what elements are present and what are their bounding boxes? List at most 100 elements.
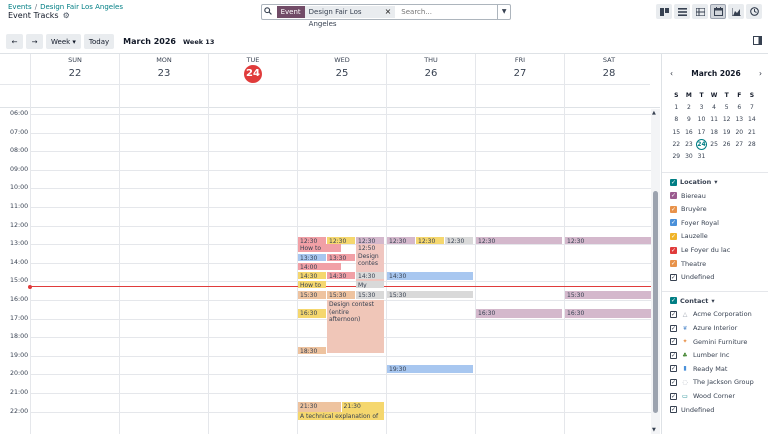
next-button[interactable]: → — [26, 34, 43, 49]
event-card[interactable]: 12:30 — [356, 236, 384, 244]
mini-day[interactable]: 28 — [746, 139, 759, 151]
mini-day[interactable]: 14 — [746, 114, 759, 126]
mini-day[interactable]: 27 — [733, 139, 746, 151]
filter-item[interactable]: ✓ ❦ Azure Interior — [670, 324, 737, 332]
filter-section-location[interactable]: ✓ Location ▾ — [670, 178, 718, 186]
filter-checkbox[interactable]: ✓ — [670, 378, 677, 386]
event-card[interactable]: 16:30 — [298, 309, 326, 318]
mini-day[interactable]: 25 — [708, 139, 721, 151]
event-card[interactable]: 13:30 — [298, 253, 326, 261]
filter-checkbox[interactable]: ✓ — [670, 273, 677, 281]
filter-item[interactable]: ✓ ✦ Gemini Furniture — [670, 338, 747, 346]
filter-item[interactable]: ✓ Biereau — [670, 192, 706, 200]
all-day-cell[interactable] — [119, 85, 208, 109]
day-header-thu[interactable]: THU 26 — [386, 54, 475, 84]
filter-checkbox[interactable]: ✓ — [670, 232, 677, 240]
sidebar-toggle-icon[interactable] — [753, 36, 762, 48]
mini-day[interactable]: 22 — [670, 139, 683, 151]
event-card[interactable]: 12:50 Design contes — [356, 244, 384, 286]
event-card[interactable]: 12:30 — [565, 236, 651, 244]
filter-item[interactable]: ✓ △ Acme Corporation — [670, 310, 752, 318]
day-header-tue[interactable]: TUE 24 — [208, 54, 297, 84]
event-card[interactable]: Design contest (entire afternoon) — [327, 300, 384, 353]
calendar-grid[interactable]: 06:00 07:00 08:00 09:00 10:00 11:00 12:00 13:00… — [0, 109, 654, 434]
event-card[interactable]: 16:30 — [476, 309, 562, 318]
mini-day[interactable]: 3 — [695, 102, 708, 114]
filter-checkbox[interactable]: ✓ — [670, 260, 677, 268]
event-card[interactable]: 14:00 — [298, 262, 341, 270]
scroll-up-icon[interactable]: ▲ — [652, 110, 656, 116]
all-day-cell[interactable] — [564, 85, 653, 109]
graph-view-icon[interactable] — [728, 4, 744, 19]
mini-day[interactable]: 11 — [708, 114, 721, 126]
mini-day[interactable]: 26 — [720, 139, 733, 151]
mini-day[interactable]: 5 — [720, 102, 733, 114]
event-card[interactable]: 15:30 — [298, 290, 326, 299]
breadcrumb-event-link[interactable]: Design Fair Los Angeles — [40, 3, 123, 11]
mini-day[interactable]: 6 — [733, 102, 746, 114]
caret-down-icon[interactable]: ▾ — [714, 178, 717, 186]
filter-checkbox[interactable]: ✓ — [670, 338, 677, 346]
event-card[interactable]: How to — [298, 244, 341, 253]
mini-day[interactable]: 2 — [683, 102, 696, 114]
mini-day[interactable]: 23 — [683, 139, 696, 151]
scale-dropdown-button[interactable]: Week ▾ — [46, 34, 81, 49]
day-header-fri[interactable]: FRI 27 — [475, 54, 564, 84]
mini-day[interactable]: 13 — [733, 114, 746, 126]
event-card[interactable]: 19:30 — [387, 365, 473, 374]
mini-next-month-icon[interactable]: › — [759, 69, 762, 78]
filter-item[interactable]: ✓ Lauzelle — [670, 232, 708, 240]
mini-day[interactable]: 31 — [695, 151, 708, 163]
filter-item[interactable]: ✓ Undefined — [670, 406, 714, 414]
mini-day[interactable]: 16 — [683, 127, 696, 139]
filter-checkbox[interactable]: ✓ — [670, 365, 677, 373]
event-card[interactable]: 15:30 — [565, 290, 651, 299]
event-card[interactable]: 15:30 — [387, 290, 473, 298]
filter-item[interactable]: ✓ Undefined — [670, 273, 714, 281]
event-card[interactable]: 12:30 — [327, 236, 355, 244]
filter-checkbox[interactable]: ✓ — [670, 246, 677, 254]
filter-item[interactable]: ✓ Foyer Royal — [670, 219, 719, 227]
calendar-scrollbar[interactable]: ▲ ▼ — [651, 109, 660, 434]
event-card[interactable]: 14:30 — [327, 272, 355, 280]
all-day-cell[interactable] — [475, 85, 564, 109]
day-header-wed[interactable]: WED 25 — [297, 54, 386, 84]
filter-checkbox[interactable]: ✓ — [670, 219, 677, 227]
mini-day[interactable]: 20 — [733, 127, 746, 139]
mini-prev-month-icon[interactable]: ‹ — [670, 69, 673, 78]
gear-icon[interactable]: ⚙ — [63, 11, 70, 20]
filter-checkbox[interactable]: ✓ — [670, 310, 677, 318]
event-card[interactable]: 18:30 — [298, 346, 326, 354]
event-card[interactable]: 13:30 — [327, 253, 355, 261]
all-day-cell[interactable] — [386, 85, 475, 109]
mini-day[interactable]: 7 — [746, 102, 759, 114]
day-header-sun[interactable]: SUN 22 — [30, 54, 119, 84]
mini-day[interactable]: 30 — [683, 151, 696, 163]
today-button[interactable]: Today — [83, 34, 115, 49]
filter-checkbox[interactable]: ✓ — [670, 351, 677, 359]
filter-item[interactable]: ✓ ▮ Ready Mat — [670, 365, 727, 373]
event-card[interactable]: 12:30 — [387, 236, 415, 244]
list-view-icon[interactable] — [674, 4, 690, 19]
filter-checkbox[interactable]: ✓ — [670, 178, 677, 186]
mini-day[interactable]: 9 — [683, 114, 696, 126]
event-card[interactable]: 12:30 — [476, 236, 562, 244]
filter-checkbox[interactable]: ✓ — [670, 205, 677, 213]
mini-day[interactable]: 15 — [670, 127, 683, 139]
event-card[interactable]: 12:30 — [416, 236, 444, 244]
search-options-dropdown-icon[interactable]: ▼ — [497, 5, 510, 19]
event-card[interactable]: 12:30 — [298, 236, 326, 244]
filter-item[interactable]: ✓ Theatre — [670, 260, 706, 268]
filter-item[interactable]: ✓ ▭ Wood Corner — [670, 392, 735, 400]
mini-day[interactable]: 8 — [670, 114, 683, 126]
mini-day[interactable]: 17 — [695, 127, 708, 139]
mini-day[interactable]: 21 — [746, 127, 759, 139]
breadcrumb-events-link[interactable]: Events — [8, 3, 32, 11]
filter-item[interactable]: ✓ Bruyère — [670, 205, 707, 213]
mini-day[interactable]: 29 — [670, 151, 683, 163]
filter-checkbox[interactable]: ✓ — [670, 324, 677, 332]
scroll-down-icon[interactable]: ▼ — [652, 427, 656, 433]
calendar-view-icon[interactable] — [710, 4, 726, 19]
all-day-cell[interactable] — [208, 85, 297, 109]
event-card[interactable]: 15:30 — [356, 290, 384, 299]
